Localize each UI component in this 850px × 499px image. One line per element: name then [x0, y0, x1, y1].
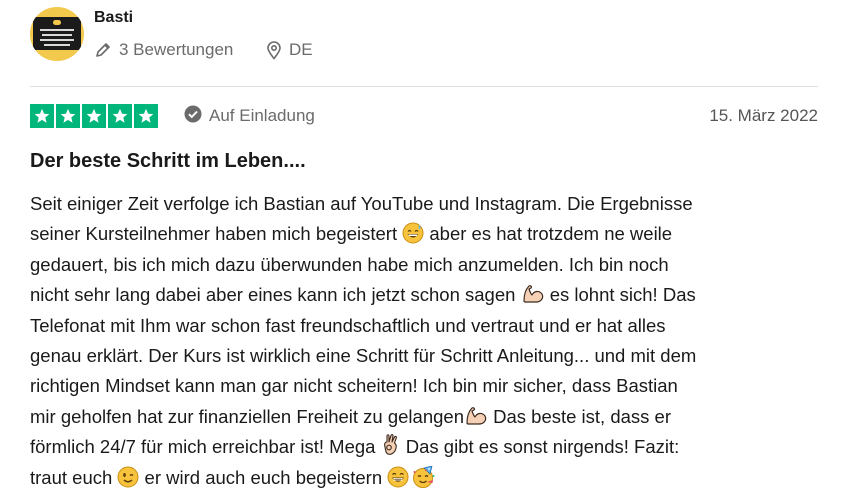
reviews-count: 3 Bewertungen: [94, 39, 233, 61]
review-line: nicht sehr lang dabei aber eines kann ic…: [30, 280, 830, 310]
location-pin-icon: [266, 40, 282, 60]
country-code: DE: [289, 40, 313, 59]
review-line: mir geholfen hat zur finanziellen Freihe…: [30, 402, 830, 432]
winking-face-emoji: [117, 466, 139, 497]
review-line: seiner Kursteilnehmer haben mich begeist…: [30, 219, 830, 249]
avatar[interactable]: [30, 7, 84, 61]
divider: [30, 86, 818, 87]
review-line: Telefonat mit Ihm war schon fast freunds…: [30, 314, 666, 336]
review-line: Seit einiger Zeit verfolge ich Bastian a…: [30, 193, 693, 214]
review-text: Seit einiger Zeit verfolge ich Bastian a…: [30, 189, 830, 493]
star-icon: [108, 104, 132, 128]
star-rating: [30, 104, 158, 128]
star-icon: [82, 104, 106, 128]
beaming-face-emoji: [387, 466, 409, 497]
reviews-count-label: 3 Bewertungen: [119, 40, 234, 59]
verification-badge[interactable]: Auf Einladung: [184, 105, 315, 127]
verification-label: Auf Einladung: [209, 106, 315, 125]
partying-face-emoji: [412, 464, 436, 497]
review-line: richtigen Mindset kann man gar nicht sch…: [30, 375, 678, 397]
review-line: genau erklärt. Der Kurs ist wirklich ein…: [30, 344, 697, 366]
review-line: förmlich 24/7 für mich erreichbar ist! M…: [30, 432, 830, 462]
avatar-image: [33, 17, 81, 50]
flexed-biceps-emoji: [521, 283, 545, 314]
ok-hand-emoji: [381, 433, 401, 466]
reviewer-name[interactable]: Basti: [94, 9, 133, 27]
star-icon: [30, 104, 54, 128]
star-icon: [134, 104, 158, 128]
review-title[interactable]: Der beste Schritt im Leben....: [30, 150, 306, 173]
reviewer-country: DE: [266, 39, 313, 61]
review-line: gedauert, bis ich mich dazu überwunden h…: [30, 253, 669, 275]
pencil-icon: [94, 41, 112, 59]
review-line: traut euch er wird auch euch begeistern: [30, 463, 830, 493]
check-badge-icon: [184, 105, 202, 128]
star-icon: [56, 104, 80, 128]
review-date: 15. März 2022: [709, 106, 818, 125]
